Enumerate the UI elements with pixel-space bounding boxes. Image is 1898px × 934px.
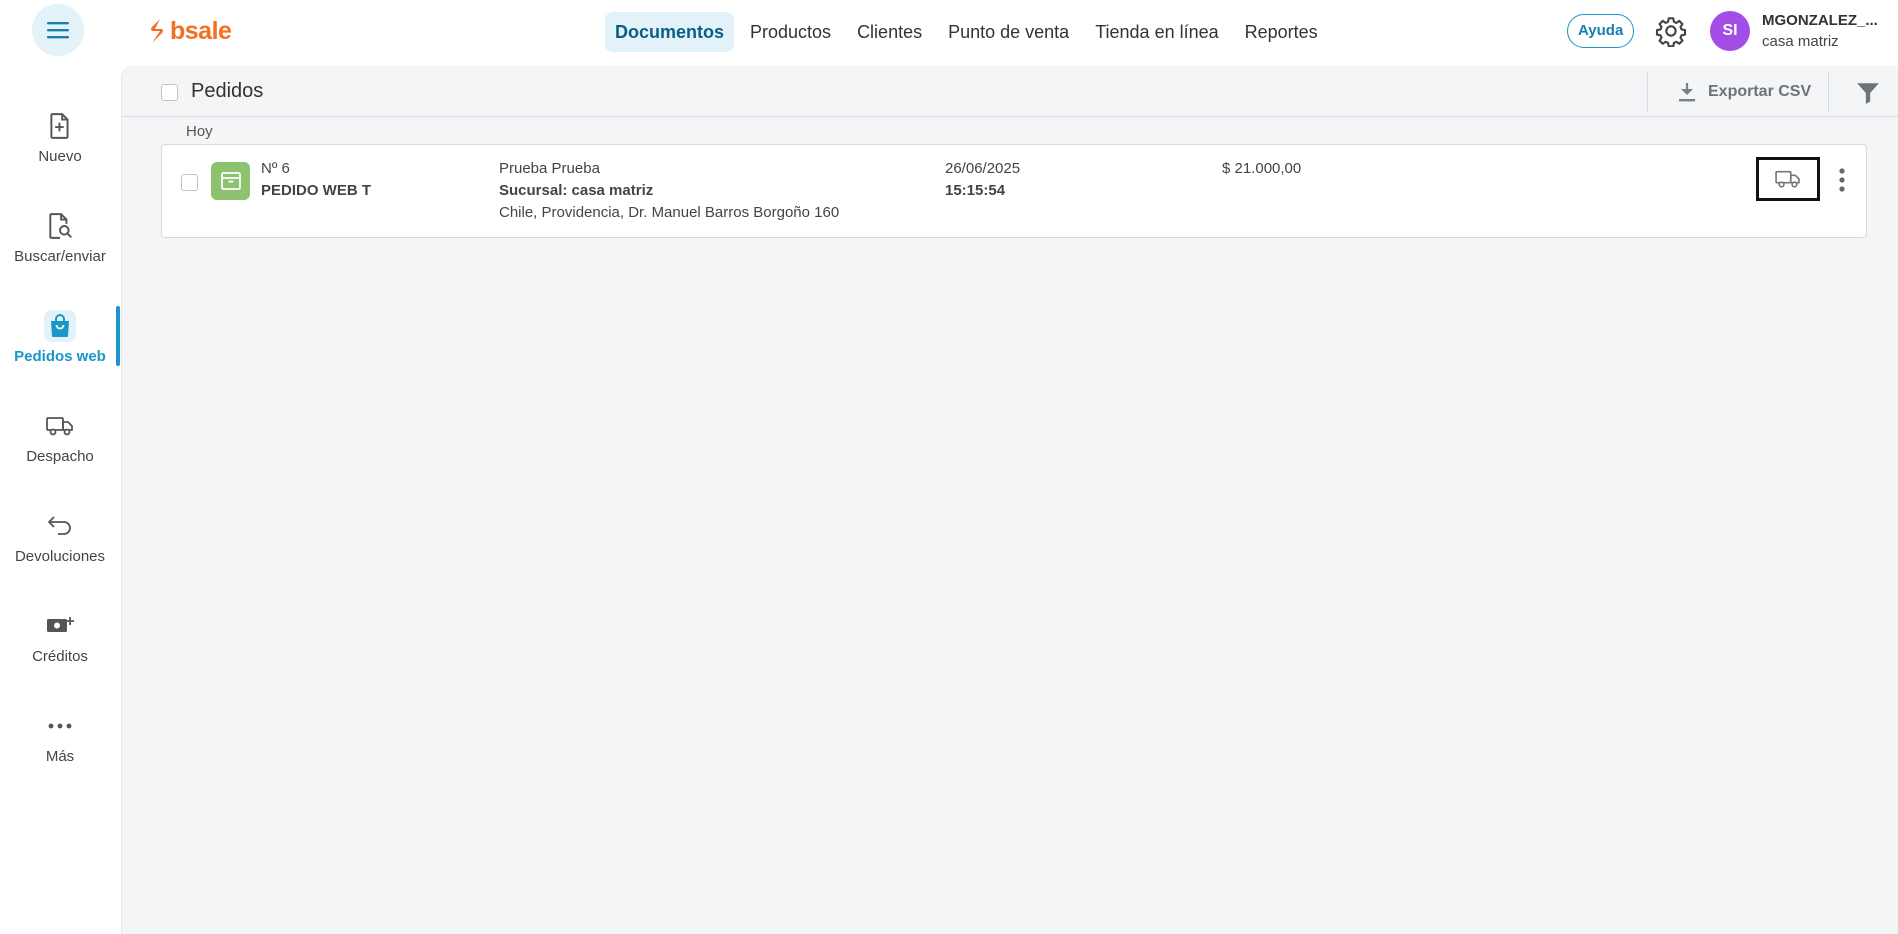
divider — [1828, 72, 1829, 112]
order-date: 26/06/2025 — [945, 160, 1021, 177]
sidebar-item-mas[interactable]: Más — [0, 710, 120, 780]
logo-text: bsale — [170, 16, 232, 45]
row-more-options-button[interactable] — [1830, 163, 1854, 197]
truck-icon — [44, 410, 76, 442]
search-document-icon — [44, 210, 76, 242]
shopping-bag-icon — [44, 310, 76, 342]
credit-money-icon — [44, 610, 76, 642]
archive-box-icon — [211, 162, 250, 200]
order-number: Nº 6 — [261, 160, 290, 177]
select-all-checkbox[interactable] — [161, 84, 178, 101]
shipping-address: Chile, Providencia, Dr. Manuel Barros Bo… — [499, 204, 840, 221]
nav-tienda-en-linea[interactable]: Tienda en línea — [1085, 12, 1228, 52]
sidebar-item-label: Devoluciones — [14, 548, 106, 565]
more-dots-icon — [44, 710, 76, 742]
bsale-logo[interactable]: bsale — [148, 14, 232, 48]
document-type: PEDIDO WEB T — [261, 182, 372, 199]
nav-punto-de-venta[interactable]: Punto de venta — [938, 12, 1079, 52]
page-title: Pedidos — [191, 80, 264, 102]
filter-icon[interactable] — [1855, 80, 1881, 106]
bsale-logo-icon — [151, 19, 163, 43]
hamburger-icon — [47, 22, 69, 39]
sidebar-item-creditos[interactable]: Créditos — [0, 610, 120, 680]
settings-gear-icon[interactable] — [1655, 15, 1687, 47]
new-document-icon — [44, 110, 76, 142]
top-bar: bsale Documentos Productos Clientes Punt… — [0, 0, 1898, 66]
truck-icon — [1775, 170, 1800, 188]
sidebar-item-label: Nuevo — [38, 148, 82, 165]
list-header: Pedidos Exportar CSV — [122, 66, 1898, 117]
sidebar-item-label: Más — [45, 748, 75, 765]
main-content: Pedidos Exportar CSV Hoy Nº 6 PEDIDO WEB… — [121, 66, 1898, 934]
sidebar-item-buscar-enviar[interactable]: Buscar/enviar — [0, 210, 120, 280]
user-name[interactable]: MGONZALEZ_... — [1762, 12, 1878, 29]
sidebar-item-label: Despacho — [26, 448, 94, 465]
client-name: Prueba Prueba — [499, 160, 600, 177]
main-navigation: Documentos Productos Clientes Punto de v… — [605, 12, 1334, 52]
user-avatar[interactable]: SI — [1710, 11, 1750, 51]
return-arrow-icon — [44, 510, 76, 542]
export-csv-button[interactable]: Exportar CSV — [1676, 78, 1811, 106]
row-checkbox[interactable] — [181, 174, 198, 191]
sidebar-item-nuevo[interactable]: Nuevo — [0, 110, 120, 180]
date-group-label: Hoy — [186, 123, 213, 140]
branch-name: Sucursal: casa matriz — [499, 182, 654, 199]
sidebar-item-label: Créditos — [32, 648, 88, 665]
nav-reportes[interactable]: Reportes — [1235, 12, 1328, 52]
table-row[interactable]: Nº 6 PEDIDO WEB T Prueba Prueba Sucursal… — [161, 144, 1867, 238]
kebab-menu-icon — [1839, 168, 1845, 192]
order-amount: $ 21.000,00 — [1222, 160, 1302, 177]
sidebar-item-despacho[interactable]: Despacho — [0, 410, 120, 480]
active-indicator — [116, 306, 120, 366]
download-icon — [1679, 83, 1695, 102]
nav-documentos[interactable]: Documentos — [605, 12, 735, 52]
dispatch-button[interactable] — [1756, 157, 1820, 201]
user-branch: casa matriz — [1762, 33, 1839, 50]
divider — [1647, 72, 1648, 112]
sidebar: Nuevo Buscar/enviar Pedidos web Despacho… — [0, 66, 120, 934]
sidebar-item-label: Pedidos web — [14, 348, 106, 365]
help-button[interactable]: Ayuda — [1567, 14, 1635, 48]
sidebar-item-devoluciones[interactable]: Devoluciones — [0, 510, 120, 580]
nav-clientes[interactable]: Clientes — [847, 12, 932, 52]
export-csv-label: Exportar CSV — [1708, 83, 1812, 100]
sidebar-item-pedidos-web[interactable]: Pedidos web — [0, 310, 120, 380]
hamburger-menu-button[interactable] — [32, 4, 84, 56]
order-time: 15:15:54 — [945, 182, 1006, 199]
sidebar-item-label: Buscar/enviar — [14, 248, 106, 265]
nav-productos[interactable]: Productos — [740, 12, 841, 52]
